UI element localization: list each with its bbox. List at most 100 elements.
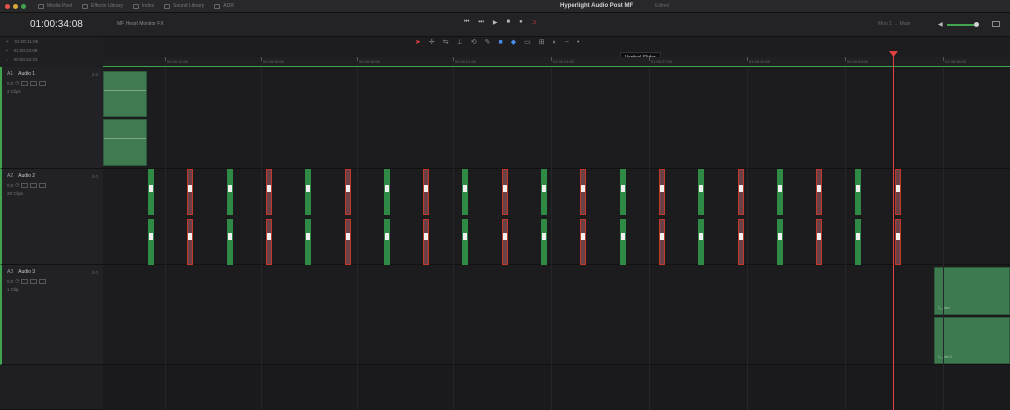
automation-icon[interactable]: ◷: [15, 278, 19, 284]
solo-button[interactable]: [30, 182, 38, 188]
audio-clip[interactable]: [816, 169, 823, 265]
ruler-tick: [551, 57, 552, 61]
waveform-peak: [266, 185, 271, 192]
playhead[interactable]: [893, 53, 894, 410]
audio-clip[interactable]: [103, 71, 147, 117]
audio-clip[interactable]: [226, 169, 233, 265]
index-button[interactable]: Index: [132, 3, 154, 9]
audio-clip[interactable]: [462, 169, 469, 265]
automation-icon[interactable]: ◷: [15, 80, 19, 86]
audio-clip[interactable]: [580, 169, 587, 265]
solo-button[interactable]: [30, 80, 38, 86]
clip-channel: [894, 169, 901, 215]
marker-icon[interactable]: ■: [498, 39, 502, 46]
audio-clip[interactable]: [737, 169, 744, 265]
audio-clip[interactable]: C_Alert: [934, 267, 1010, 315]
lane-a2[interactable]: [103, 169, 1010, 265]
audio-clip[interactable]: [541, 169, 547, 265]
waveform-peak: [659, 185, 664, 192]
index-icon: [132, 3, 139, 9]
lane-a1[interactable]: [103, 67, 1010, 169]
record-arm-button[interactable]: [21, 182, 29, 188]
play-button[interactable]: ▶: [493, 19, 498, 26]
zoom-icon[interactable]: ⊞: [539, 38, 545, 46]
rewind-button[interactable]: ⏮: [464, 19, 469, 26]
waveform-peak: [659, 233, 664, 240]
loop-button[interactable]: ⊃: [532, 19, 537, 26]
clip-channel: [855, 219, 862, 265]
flag-icon[interactable]: ◆: [511, 38, 516, 46]
audio-clip[interactable]: [103, 119, 147, 166]
monitor-icon[interactable]: [992, 21, 1000, 27]
mute-button[interactable]: [39, 80, 47, 86]
record-arm-button[interactable]: [21, 80, 29, 86]
audio-clip[interactable]: [776, 169, 783, 265]
mute-button[interactable]: [39, 278, 47, 284]
view-options-icon[interactable]: ▭: [524, 38, 531, 46]
clip-channel: [344, 169, 351, 215]
audio-clip[interactable]: [423, 169, 430, 265]
audio-clip[interactable]: [501, 169, 508, 265]
fast-forward-button[interactable]: ⏭: [478, 19, 483, 26]
timeline-name-dropdown[interactable]: MF Heart Monitor FX: [117, 21, 164, 27]
audio-clip[interactable]: [305, 169, 312, 265]
volume-slider[interactable]: ◀: [938, 21, 979, 28]
clip-channel: [265, 169, 272, 215]
timeline-area[interactable]: C_Alert C_Alert 1: [103, 67, 1010, 410]
monitor-routing[interactable]: Mon 1 → Main: [878, 21, 911, 27]
sound-library-button[interactable]: Sound Library: [164, 3, 204, 9]
audio-clip[interactable]: [265, 169, 272, 265]
track-name[interactable]: Audio 3: [18, 269, 35, 275]
stop-button[interactable]: ■: [506, 19, 510, 26]
zoom-in-icon[interactable]: •: [577, 39, 579, 46]
volume-knob[interactable]: [973, 21, 979, 27]
audio-clip[interactable]: [619, 169, 626, 265]
track-header-a1[interactable]: A1 Audio 1 2.0 0.0 ◷ 2 Clips: [0, 67, 103, 169]
media-pool-button[interactable]: Media Pool: [38, 3, 72, 9]
effects-library-button[interactable]: Effects Library: [82, 3, 123, 9]
track-header-a2[interactable]: A2 Audio 2 2.0 0.0 ◷ 20 Clips: [0, 169, 103, 265]
timeline-header: 01:00:34:08 MF Heart Monitor FX ⏮ ⏭ ▶ ■ …: [0, 13, 1010, 37]
solo-button[interactable]: [30, 278, 38, 284]
blade-tool-icon[interactable]: ✛: [429, 38, 435, 46]
vertical-slider-icon[interactable]: ◐: [553, 39, 557, 46]
transport-controls: ⏮ ⏭ ▶ ■ ● ⊃: [464, 19, 537, 26]
track-header-a3[interactable]: A3 Audio 3 2.0 0.0 ◷ 1 Clip: [0, 265, 103, 365]
waveform-peak: [306, 185, 311, 192]
pencil-icon[interactable]: ✎: [485, 38, 491, 46]
audio-clip[interactable]: [698, 169, 705, 265]
current-timecode[interactable]: 01:00:34:08: [30, 19, 83, 30]
pointer-tool-icon[interactable]: ➤: [415, 38, 421, 46]
clip-channel: [737, 219, 744, 265]
audio-clip[interactable]: [894, 169, 901, 265]
waveform-peak: [817, 233, 822, 240]
audio-clip[interactable]: [383, 169, 390, 265]
range-tool-icon[interactable]: ⇆: [443, 38, 449, 46]
clip-channel: [423, 169, 430, 215]
zoom-out-icon[interactable]: −: [565, 39, 569, 46]
adr-button[interactable]: ADR: [214, 3, 234, 9]
audio-clip[interactable]: [187, 169, 194, 265]
zoom-window-button[interactable]: [21, 3, 26, 9]
timeline-ruler[interactable]: 01:00:12:00 01:00:15:00 01:00:18:00 01:00:2…: [103, 57, 1010, 67]
automation-icon[interactable]: ◷: [15, 182, 19, 188]
track-name[interactable]: Audio 2: [18, 173, 35, 179]
track-name[interactable]: Audio 1: [18, 71, 35, 77]
waveform-peak: [699, 233, 704, 240]
close-window-button[interactable]: [5, 3, 10, 9]
minimize-window-button[interactable]: [13, 3, 18, 9]
snap-icon[interactable]: ⊥: [457, 38, 463, 46]
audio-clip[interactable]: [855, 169, 862, 265]
record-arm-button[interactable]: [21, 278, 29, 284]
clip-channel: [737, 169, 744, 215]
empty-track-area: [0, 365, 103, 410]
clip-channel: [187, 169, 194, 215]
audio-clip[interactable]: [658, 169, 665, 265]
lane-a3[interactable]: [103, 265, 1010, 365]
mute-button[interactable]: [39, 182, 47, 188]
audio-clip[interactable]: C_Alert 1: [934, 317, 1010, 364]
audio-clip[interactable]: [148, 169, 154, 265]
audio-clip[interactable]: [344, 169, 351, 265]
record-button[interactable]: ●: [519, 19, 523, 26]
link-icon[interactable]: ⟲: [471, 38, 477, 46]
